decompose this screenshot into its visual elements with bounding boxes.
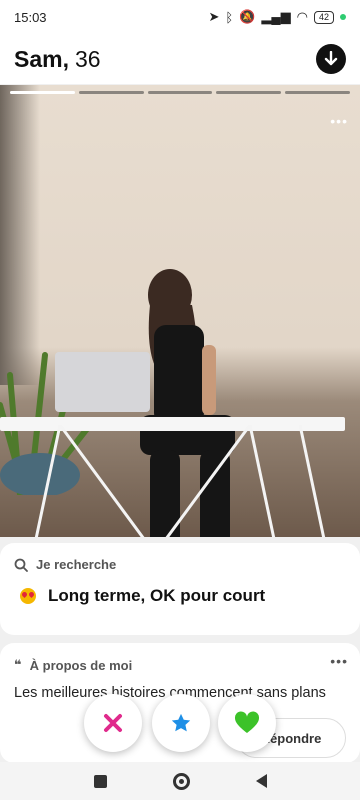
about-title: À propos de moi [29,657,133,673]
photo-progress-bar [216,91,282,94]
back-icon[interactable] [255,774,267,788]
bluetooth-icon: ᛒ [225,9,234,25]
heart-eyes-emoji-icon [20,588,36,604]
battery-icon: 42 [313,10,334,24]
arrow-down-icon[interactable] [316,44,346,74]
like-button[interactable] [218,694,276,752]
recent-apps-icon[interactable] [93,774,107,788]
profile-header: Sam, 36 [0,34,360,84]
more-options-icon[interactable]: ••• [330,653,348,669]
star-icon [171,713,191,732]
profile-photo[interactable]: ••• ➤ Répondre [0,85,360,537]
looking-for-card: Je recherche Long terme, OK pour court [0,543,360,635]
photo-progress-bar [285,91,350,94]
looking-for-title: Je recherche [36,557,117,572]
system-nav-bar [0,762,360,800]
quote-icon: ❝ [14,657,22,672]
home-icon[interactable] [172,772,190,790]
search-icon [14,558,28,572]
privacy-dot-icon [340,14,346,20]
mute-icon: 🔕 [239,9,256,24]
wifi-icon: ◠ [296,9,308,24]
photo-progress [10,91,350,94]
pass-button[interactable] [84,694,142,752]
photo-progress-bar [78,91,144,94]
more-options-icon[interactable]: ••• [330,113,348,129]
profile-age: 36 [74,45,101,72]
location-icon: ➤ [208,9,220,24]
status-bar: 15:03 ➤ ᛒ 🔕 ▂▄▆ ◠ 42 [0,0,360,34]
status-time: 15:03 [14,9,47,25]
signal-icon: ▂▄▆ [261,9,291,24]
laptop-image [55,352,150,412]
close-icon [104,714,122,732]
super-like-button[interactable] [152,694,210,752]
photo-progress-bar [147,91,213,94]
looking-for-value: Long terme, OK pour court [48,586,266,605]
profile-name: Sam, [14,45,69,72]
heart-icon [234,711,260,733]
photo-progress-bar [10,91,75,94]
